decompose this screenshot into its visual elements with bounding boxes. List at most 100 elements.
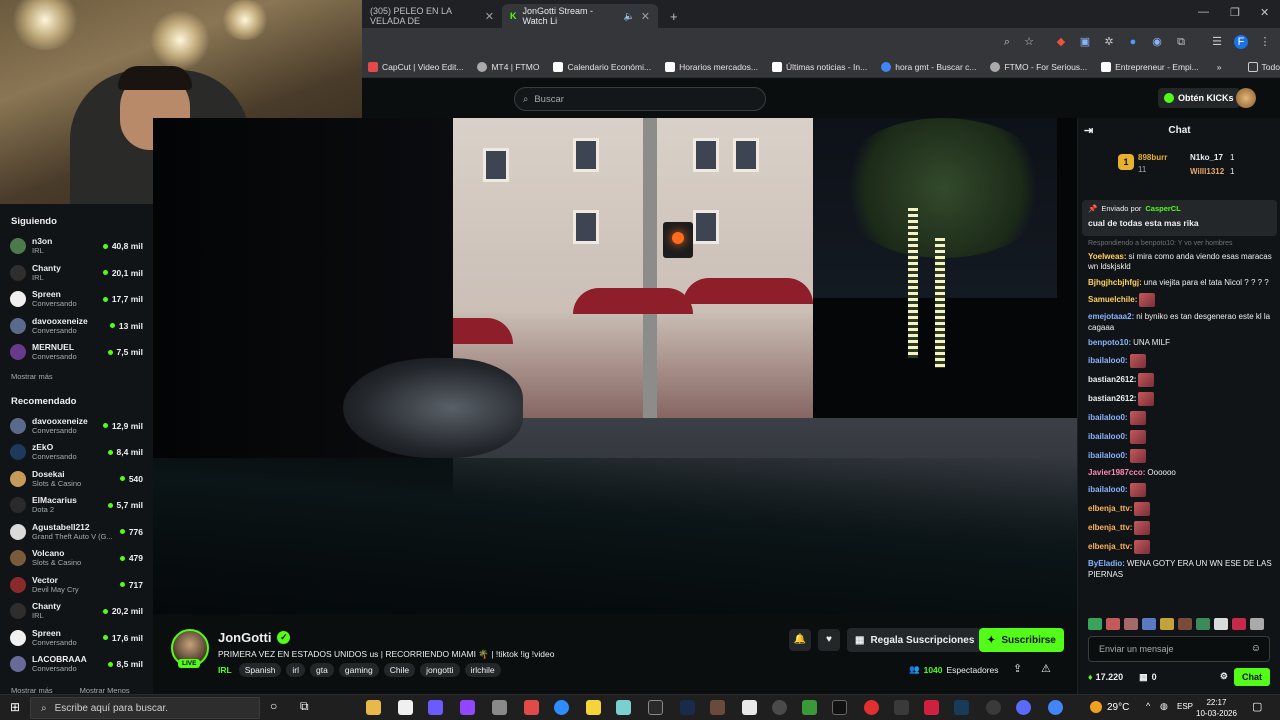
whatsapp-icon[interactable] <box>742 700 757 715</box>
app-icon[interactable] <box>1016 700 1031 715</box>
taskbar-search[interactable]: ⌕ Escribe aquí para buscar. <box>30 697 260 719</box>
emote-icon[interactable] <box>1232 618 1246 630</box>
zoom-icon[interactable]: ⌕ <box>1000 35 1014 49</box>
sidebar-channel-item[interactable]: Agustabell212 Grand Theft Auto V (G... 776 <box>10 519 143 546</box>
bookmark[interactable]: CapCut | Video Edit... <box>368 61 463 72</box>
emote-icon[interactable] <box>1142 618 1156 630</box>
tiktok-icon[interactable] <box>832 700 847 715</box>
tag[interactable]: irlchile <box>464 663 501 677</box>
network-icon[interactable]: ◍ <box>1160 701 1168 712</box>
cortana-icon[interactable]: ○ <box>270 699 277 713</box>
gift-subscriptions-button[interactable]: ▦ Regala Suscripciones <box>847 628 983 652</box>
tag[interactable]: gta <box>310 663 334 677</box>
menu-icon[interactable]: ⋮ <box>1258 35 1272 49</box>
report-icon[interactable]: ⚠ <box>1041 662 1051 675</box>
sidebar-channel-item[interactable]: zEkO Conversando 8,4 mil <box>10 439 143 466</box>
bookmark[interactable]: Últimas noticias - In... <box>771 61 867 72</box>
app-icon[interactable] <box>428 700 443 715</box>
bookmark[interactable]: hora gmt - Buscar c... <box>881 61 976 72</box>
tag[interactable]: gaming <box>338 663 379 677</box>
kicks-balance[interactable]: 17.220 <box>1096 672 1124 682</box>
chat-username[interactable]: Yoelweas: <box>1088 252 1127 261</box>
translate-icon[interactable]: ▣ <box>1078 35 1092 49</box>
window-close-icon[interactable]: ✕ <box>1260 6 1269 19</box>
chat-send-button[interactable]: Chat <box>1234 668 1270 686</box>
app-icon[interactable] <box>924 700 939 715</box>
app-icon[interactable] <box>986 700 1001 715</box>
app-icon[interactable] <box>492 700 507 715</box>
browser-tab-active[interactable]: K JonGotti Stream - Watch Li 🔈 ✕ <box>502 4 658 28</box>
windows-start-icon[interactable]: ⊞ <box>10 700 20 714</box>
zoom-app-icon[interactable] <box>554 700 569 715</box>
chat-username[interactable]: ByEladio: <box>1088 559 1125 568</box>
app-icon[interactable] <box>894 700 909 715</box>
sidebar-channel-item[interactable]: Vector Devil May Cry 717 <box>10 572 143 599</box>
user-avatar[interactable] <box>1236 88 1256 108</box>
pinned-by-user[interactable]: CasperCL <box>1145 204 1180 213</box>
notification-bell-button[interactable]: 🔔 <box>789 629 811 651</box>
opera-icon[interactable] <box>864 700 879 715</box>
search-input[interactable]: ⌕ Buscar <box>514 87 766 111</box>
sidebar-channel-item[interactable]: Dosekai Slots & Casino 540 <box>10 466 143 493</box>
emote-icon[interactable] <box>1196 618 1210 630</box>
extension-icon[interactable]: ✲ <box>1102 35 1116 49</box>
chat-username[interactable]: benpoto10: <box>1088 338 1131 347</box>
tag[interactable]: Chile <box>383 663 416 677</box>
settings-app-icon[interactable] <box>772 700 787 715</box>
emote-icon[interactable] <box>1106 618 1120 630</box>
twitch-icon[interactable] <box>460 700 475 715</box>
app-icon[interactable] <box>680 700 695 715</box>
channel-name[interactable]: JonGotti ✓ <box>218 630 291 645</box>
sticky-notes-icon[interactable] <box>586 700 601 715</box>
chat-username[interactable]: ibailaloo0: <box>1088 413 1128 422</box>
video-player[interactable] <box>153 118 1077 614</box>
chat-username[interactable]: ibailaloo0: <box>1088 432 1128 441</box>
sidebar-channel-item[interactable]: davooxeneize Conversando 12,9 mil <box>10 413 143 440</box>
bookmark[interactable]: FTMO - For Serious... <box>990 61 1087 72</box>
emote-icon[interactable] <box>1124 618 1138 630</box>
sidebar-channel-item[interactable]: MERNUEL Conversando 7,5 mil <box>10 339 143 366</box>
share-icon[interactable]: ⇪ <box>1013 662 1022 675</box>
sidebar-channel-item[interactable]: davooxeneize Conversando 13 mil <box>10 313 143 340</box>
emoji-picker-icon[interactable]: ☺ <box>1251 643 1261 654</box>
chat-username[interactable]: elbenja_ttv: <box>1088 523 1132 532</box>
sidebar-channel-item[interactable]: Spreen Conversando 17,6 mil <box>10 625 143 652</box>
chat-username[interactable]: Samuelchile: <box>1088 295 1137 304</box>
bookmark[interactable]: MT4 | FTMO <box>477 61 539 72</box>
capcut-icon[interactable] <box>648 700 663 715</box>
leader-name[interactable]: 898burr <box>1138 153 1167 162</box>
new-tab-button[interactable]: + <box>662 4 682 28</box>
app-icon[interactable] <box>616 700 631 715</box>
subscribe-button[interactable]: ✦ Suscribirse <box>979 628 1064 652</box>
minecraft-icon[interactable] <box>802 700 817 715</box>
chat-username[interactable]: ibailaloo0: <box>1088 451 1128 460</box>
restore-icon[interactable]: ❐ <box>1230 6 1240 19</box>
sidebar-channel-item[interactable]: n3on IRL 40,8 mil <box>10 233 143 260</box>
tray-chevron-icon[interactable]: ^ <box>1146 701 1150 711</box>
chat-input[interactable]: Enviar un mensaje ☺ <box>1088 636 1270 662</box>
chat-username[interactable]: ibailaloo0: <box>1088 356 1128 365</box>
emote-icon[interactable] <box>1178 618 1192 630</box>
follow-heart-button[interactable]: ♥ <box>818 629 840 651</box>
bookmark[interactable]: Calendario Económi... <box>553 61 651 72</box>
emote-icon[interactable] <box>1160 618 1174 630</box>
tag[interactable]: Spanish <box>238 663 282 677</box>
chat-username[interactable]: Javier1987cco: <box>1088 468 1145 477</box>
browser-tab[interactable]: (305) PELEO EN LA VELADA DE ✕ <box>362 4 502 28</box>
get-kicks-button[interactable]: Obtén KICKs <box>1158 88 1240 108</box>
language-indicator[interactable]: ESP <box>1177 702 1193 711</box>
bookmark-folder[interactable]: Todos los favoritos <box>1247 61 1280 72</box>
gift-count[interactable]: 0 <box>1152 672 1157 682</box>
puzzle-icon[interactable]: ⧉ <box>1174 35 1188 49</box>
sidebar-channel-item[interactable]: Volcano Slots & Casino 479 <box>10 545 143 572</box>
task-view-icon[interactable]: ⧉ <box>300 699 309 714</box>
app-icon[interactable] <box>710 700 725 715</box>
notifications-icon[interactable]: ▢ <box>1252 700 1262 713</box>
chat-username[interactable]: bastian2612: <box>1088 375 1136 384</box>
close-icon[interactable]: ✕ <box>485 10 494 23</box>
close-icon[interactable]: ✕ <box>641 10 650 23</box>
chat-username[interactable]: ibailaloo0: <box>1088 485 1128 494</box>
pinned-message[interactable]: 📌 Enviado por CasperCL cual de todas est… <box>1082 200 1277 236</box>
bookmark[interactable]: Entrepreneur - Empi... <box>1101 61 1199 72</box>
sidebar-channel-item[interactable]: Spreen Conversando 17,7 mil <box>10 286 143 313</box>
